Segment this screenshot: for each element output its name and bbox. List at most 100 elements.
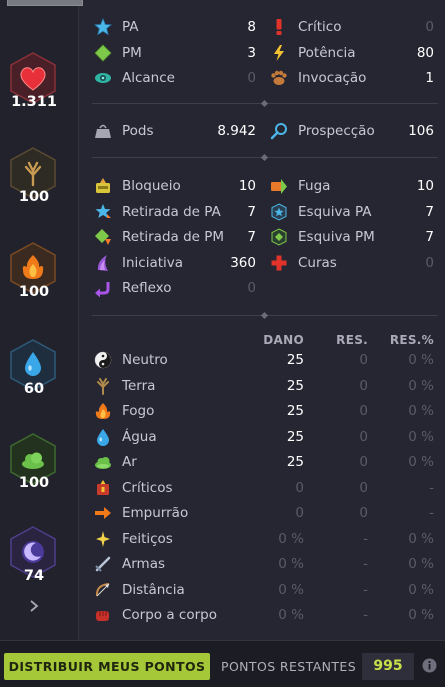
damage-cell-res: - [363, 581, 368, 598]
stat-row: Esquiva PA 7 [270, 202, 434, 222]
stat-row: Esquiva PM 7 [270, 227, 434, 247]
reflect-icon [94, 279, 112, 298]
damage-row-label: Feitiços [122, 530, 173, 547]
stat-row: Retirada de PA 7 [94, 202, 258, 222]
remaining-points-value: 995 [362, 653, 414, 680]
remaining-points-label: PONTOS RESTANTES [221, 659, 357, 674]
moon-icon [22, 541, 44, 563]
character-portrait [7, 0, 83, 6]
stat-row: Potência 80 [270, 43, 434, 63]
damage-row: Críticos 0 0 - [94, 478, 436, 498]
stat-value: 10 [416, 178, 434, 194]
section-divider [92, 99, 438, 107]
sword-icon [94, 555, 112, 573]
stat-label: Iniciativa [122, 254, 184, 271]
damage-row: Corpo a corpo 0 % - 0 % [94, 605, 436, 625]
stat-value: 106 [408, 123, 434, 139]
damage-cell-dano: 25 [286, 377, 304, 394]
stat-value: 8.942 [217, 123, 256, 139]
stat-label: Esquiva PM [298, 229, 375, 246]
damage-cell-dano: 0 % [278, 530, 304, 547]
stat-row: Fuga 10 [270, 176, 434, 196]
characteristics-column: 1.311 100 100 60 100 74 [0, 0, 83, 640]
stat-label: Esquiva PA [298, 203, 372, 220]
lightning-icon [270, 44, 288, 62]
info-icon[interactable] [422, 658, 437, 673]
damage-cell-dano: 0 % [278, 581, 304, 598]
stat-row: Invocação 1 [270, 68, 434, 88]
damage-cell-res-pct: 0 % [408, 607, 434, 623]
damage-cell-res: 0 [359, 428, 368, 445]
damage-cell-res: - [363, 556, 368, 572]
stat-row: Prospecção 106 [270, 121, 434, 141]
block-icon [94, 177, 112, 195]
damage-row: Fogo 25 0 0 % [94, 401, 436, 421]
damage-row: Neutro 25 0 0 % [94, 350, 436, 370]
stat-label: Reflexo [122, 280, 172, 297]
damage-row: Empurrão 0 0 - [94, 503, 436, 523]
stat-value: 1 [425, 70, 434, 87]
stat-label: PA [122, 19, 139, 35]
stat-label: PM [122, 44, 142, 61]
damage-cell-res-pct: 0 % [408, 377, 434, 394]
stat-row: Iniciativa 360 [94, 253, 258, 273]
weight-icon [94, 122, 112, 140]
section-divider [92, 311, 438, 319]
stat-row: PA 8 [94, 17, 258, 37]
damage-cell-res-pct: 0 % [408, 403, 434, 419]
damage-row-label: Terra [122, 377, 156, 394]
stat-label: Retirada de PM [122, 229, 225, 246]
stat-row: Bloqueio 10 [94, 176, 258, 196]
stat-row: PM 3 [94, 43, 258, 63]
stat-row: Pods 8.942 [94, 121, 258, 141]
exclamation-icon [270, 18, 288, 36]
paw-icon [270, 69, 288, 87]
stat-value: 7 [425, 229, 434, 246]
damage-cell-res-pct: 0 % [408, 352, 434, 368]
damage-cell-res: 0 [359, 352, 368, 368]
flee-icon [270, 177, 288, 195]
distribute-points-button[interactable]: DISTRIBUIR MEUS PONTOS [4, 653, 210, 680]
damage-cell-res: 0 [359, 377, 368, 394]
damage-cell-res-pct: 0 % [408, 428, 434, 445]
stat-row: Crítico 0 [270, 17, 434, 37]
stat-value: 0 [247, 70, 256, 87]
stat-value: 0 [247, 280, 256, 297]
earth-tree-icon [94, 377, 112, 395]
damage-cell-dano: 25 [286, 454, 304, 470]
damage-row: Terra 25 0 0 % [94, 376, 436, 396]
damage-cell-dano: 25 [286, 428, 304, 445]
stat-row: Reflexo 0 [94, 278, 258, 298]
critical-hit-icon [94, 479, 112, 497]
damage-cell-res-pct: - [429, 505, 434, 521]
diamond-icon [94, 44, 112, 62]
stat-row: Retirada de PM 7 [94, 227, 258, 247]
bow-icon [94, 581, 112, 599]
stat-value: 7 [247, 203, 256, 220]
damage-cell-dano: 25 [286, 403, 304, 419]
magnifier-icon [270, 122, 288, 140]
resistance-percent-column-header: RES.% [389, 333, 434, 347]
damage-cell-dano: 0 % [278, 556, 304, 572]
air-icon [94, 453, 112, 471]
damage-cell-res: - [363, 607, 368, 623]
chevron-right-icon[interactable] [28, 599, 40, 613]
spell-spark-icon [94, 530, 112, 548]
fire-icon [94, 402, 112, 420]
stat-value: 10 [238, 178, 256, 194]
damage-row-label: Água [122, 428, 157, 445]
damage-cell-dano: 0 [295, 505, 304, 521]
stat-label: Pods [122, 123, 154, 139]
damage-cell-res-pct: 0 % [408, 454, 434, 470]
star-icon [94, 18, 112, 36]
damage-cell-res: 0 [359, 505, 368, 521]
intelligence-value: 60 [23, 381, 45, 397]
stat-row: Curas 0 [270, 253, 434, 273]
damage-cell-res: - [363, 530, 368, 547]
stat-label: Crítico [298, 19, 342, 35]
stat-value: 80 [416, 44, 434, 61]
mp-reduction-icon [94, 228, 112, 246]
damage-row-label: Fogo [122, 403, 155, 419]
damage-row-label: Ar [122, 454, 137, 470]
damage-cell-res: 0 [359, 403, 368, 419]
